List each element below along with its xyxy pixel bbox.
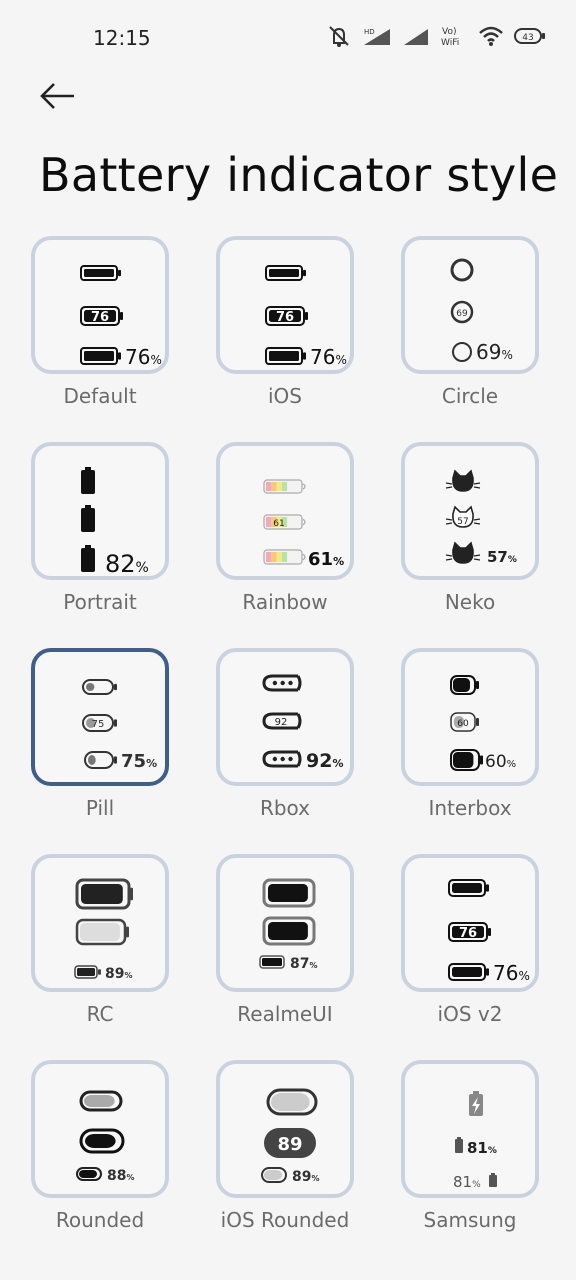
style-label-rbox: Rbox [259,796,311,820]
status-time: 12:15 [93,26,151,50]
battery-preview-icon: 76 76% [448,879,530,985]
battery-preview-icon: 92 92% [262,674,343,772]
style-label-circle: Circle [441,384,499,408]
svg-text:69: 69 [456,309,468,319]
style-card-samsung[interactable]: 81% 81% [401,1060,539,1198]
svg-text:92: 92 [275,717,288,728]
svg-text:75: 75 [92,719,105,730]
svg-text:76%: 76% [493,961,530,985]
battery-preview-icon: 76 76% [265,265,347,369]
svg-text:69%: 69% [476,340,513,364]
style-card-interbox[interactable]: 60 60% [401,648,539,786]
svg-text:82%: 82% [105,550,149,576]
svg-text:92%: 92% [306,750,343,772]
style-card-default[interactable]: 76 76% [31,236,169,374]
svg-text:76: 76 [91,310,109,325]
style-label-interbox: Interbox [428,796,512,820]
svg-text:89%: 89% [292,1169,320,1185]
svg-text:87%: 87% [290,956,318,972]
svg-text:WiFi: WiFi [441,38,459,48]
battery-preview-icon: 61 61% [263,479,344,570]
style-card-ios[interactable]: 76 76% [216,236,354,374]
battery-level: 43 [522,33,533,43]
style-label-samsung: Samsung [423,1208,517,1232]
svg-text:89%: 89% [105,966,133,982]
svg-text:60: 60 [457,719,469,729]
style-label-neko: Neko [444,590,496,614]
style-label-portrait: Portrait [63,590,137,614]
hd-label: HD [364,28,375,36]
svg-text:89: 89 [277,1134,302,1155]
style-card-rainbow[interactable]: 61 61% [216,442,354,580]
style-card-rc[interactable]: 89% [31,854,169,992]
battery-preview-icon: 81% 81% [453,1091,497,1191]
svg-text:Vo): Vo) [442,27,456,37]
mute-icon [326,24,352,52]
style-card-ios-rounded[interactable]: 89 89% [216,1060,354,1198]
svg-text:76: 76 [276,310,294,325]
style-card-pill[interactable]: 75 75% [31,648,169,786]
svg-text:76: 76 [459,926,477,941]
style-label-rounded: Rounded [55,1208,145,1232]
svg-text:75%: 75% [121,751,157,772]
svg-text:57%: 57% [487,548,517,566]
style-card-neko[interactable]: 57 57% [401,442,539,580]
status-icons: HD Vo) WiFi 43 [326,24,546,52]
svg-text:61: 61 [273,519,284,529]
style-label-rainbow: Rainbow [242,590,328,614]
svg-text:88%: 88% [107,1168,135,1184]
arrow-left-icon [40,83,74,109]
svg-text:76%: 76% [310,345,347,369]
svg-text:60%: 60% [485,752,516,772]
battery-preview-icon: 76 76% [80,265,162,369]
battery-preview-icon: 87% [259,878,318,972]
svg-text:76%: 76% [125,345,162,369]
status-bar: 12:15 HD Vo) WiFi 43 [0,0,576,76]
battery-preview-icon: 89 89% [261,1088,320,1185]
style-card-circle[interactable]: 69 69% [401,236,539,374]
svg-text:81%: 81% [453,1173,481,1191]
style-label-ios-v2: iOS v2 [437,1002,503,1026]
battery-preview-icon: 89% [74,878,133,982]
battery-preview-icon: 57 57% [445,469,517,566]
style-label-realmeui: RealmeUI [237,1002,333,1026]
signal-icon [402,25,430,51]
style-card-rounded[interactable]: 88% [31,1060,169,1198]
back-button[interactable] [38,78,82,114]
wifi-icon [478,25,504,51]
style-card-ios-v2[interactable]: 76 76% [401,854,539,992]
battery-icon: 43 [514,26,546,50]
page-title: Battery indicator style [39,148,559,202]
style-label-ios-rounded: iOS Rounded [220,1208,350,1232]
hd-signal-icon: HD [362,25,392,51]
battery-preview-icon: 75 75% [82,679,157,772]
svg-text:57: 57 [457,517,468,527]
style-card-portrait[interactable]: 82% [31,442,169,580]
battery-preview-icon: 88% [76,1090,135,1184]
svg-text:81%: 81% [467,1139,497,1157]
battery-preview-icon: 60 60% [450,675,516,772]
battery-preview-icon: 69 69% [450,258,513,364]
battery-preview-icon: 82% [81,467,149,576]
vowifi-icon: Vo) WiFi [440,24,468,52]
style-card-realmeui[interactable]: 87% [216,854,354,992]
svg-text:61%: 61% [308,549,344,570]
style-card-rbox[interactable]: 92 92% [216,648,354,786]
style-label-rc: RC [86,1002,114,1026]
style-label-pill: Pill [85,796,115,820]
style-label-default: Default [63,384,137,408]
style-label-ios: iOS [268,384,302,408]
